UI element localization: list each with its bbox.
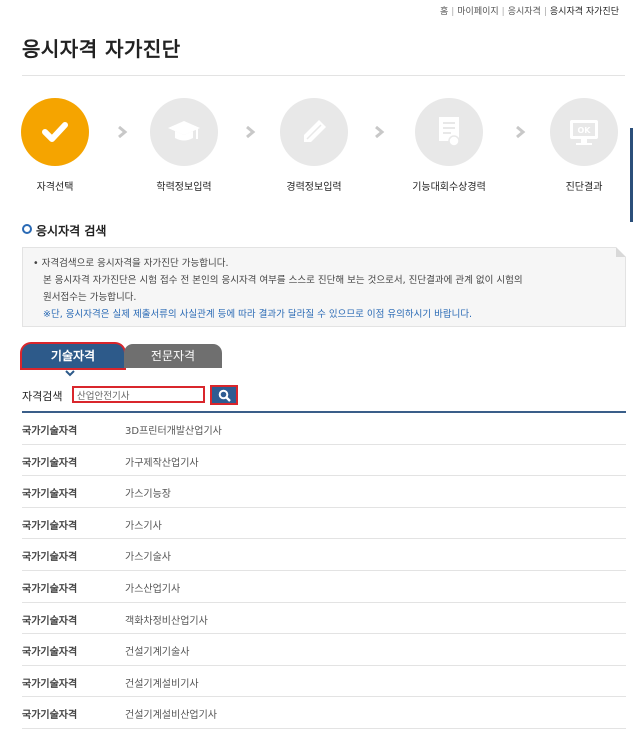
step-label: 진단결과 (565, 182, 603, 193)
notice-box: • 자격검색으로 응시자격을 자가진단 가능합니다. 본 응시자격 자가진단은 … (22, 247, 626, 327)
notice-line: 원서접수는 가능합니다. (43, 292, 137, 303)
step-label: 기능대회수상경력 (412, 182, 486, 193)
chevron-down-icon (65, 370, 75, 377)
result-name[interactable]: 건설기계설비산업기사 (125, 706, 217, 721)
result-name[interactable]: 건설기계설비기사 (125, 675, 199, 690)
step-label: 자격선택 (36, 182, 74, 193)
result-row[interactable]: 국가기술자격 객화차정비산업기사 (22, 603, 626, 635)
result-type: 국가기술자격 (22, 583, 78, 595)
step-circle-active (21, 98, 89, 166)
chevron-right-icon (246, 126, 256, 138)
chevron-right-icon (375, 126, 385, 138)
result-row[interactable]: 국가기술자격 가스산업기사 (22, 571, 626, 603)
qualification-tabs: 기술자격 전문자격 (22, 344, 232, 370)
notice-line: 본 응시자격 자가진단은 시험 접수 전 본인의 응시자격 여부를 스스로 진단… (43, 275, 523, 286)
chevron-right-icon (516, 126, 526, 138)
section-title-text: 응시자격 검색 (36, 224, 107, 238)
certificate-icon (439, 117, 460, 147)
check-icon (42, 122, 68, 142)
step-circle (280, 98, 348, 166)
tab-technical-qualification[interactable]: 기술자격 (22, 344, 124, 368)
graduation-cap-icon (168, 121, 200, 141)
breadcrumb: 홈 | 마이페이지 | 응시자격 | 응시자격 자가진단 (440, 4, 619, 17)
result-name[interactable]: 가스기능장 (125, 485, 171, 500)
result-type: 국가기술자격 (22, 520, 78, 532)
results-list: 국가기술자격 3D프린터개발산업기사 국가기술자격 가구제작산업기사 국가기술자격 가스기… (22, 413, 626, 729)
result-name[interactable]: 가스기사 (125, 517, 162, 532)
search-icon (218, 389, 231, 402)
notice-line-text: 자격검색으로 응시자격을 자가진단 가능합니다. (41, 258, 229, 269)
result-name[interactable]: 가스산업기사 (125, 580, 180, 595)
breadcrumb-current: 응시자격 자가진단 (549, 7, 619, 17)
breadcrumb-eligibility[interactable]: 응시자격 (508, 7, 541, 17)
breadcrumb-mypage[interactable]: 마이페이지 (457, 7, 498, 17)
step-circle (150, 98, 218, 166)
search-label: 자격검색 (22, 390, 63, 403)
result-row[interactable]: 국가기술자격 건설기계설비산업기사 (22, 697, 626, 729)
tab-professional-qualification[interactable]: 전문자격 (124, 344, 222, 368)
result-name[interactable]: 가스기술사 (125, 548, 171, 563)
chevron-right-icon (118, 126, 128, 138)
result-row[interactable]: 국가기술자격 가구제작산업기사 (22, 445, 626, 477)
breadcrumb-separator: | (501, 7, 505, 17)
result-row[interactable]: 국가기술자격 3D프린터개발산업기사 (22, 413, 626, 445)
breadcrumb-separator: | (543, 7, 547, 17)
result-type: 국가기술자격 (22, 457, 78, 469)
progress-steps: 자격선택 학력정보입력 경력정보입력 기능대회수상경력 OK 진단결과 (0, 98, 633, 198)
svg-text:OK: OK (578, 126, 592, 135)
result-type: 국가기술자격 (22, 552, 78, 564)
result-row[interactable]: 국가기술자격 가스기사 (22, 508, 626, 540)
result-type: 국가기술자격 (22, 678, 78, 690)
title-divider (22, 75, 625, 76)
step-competition-awards: 기능대회수상경력 (394, 98, 504, 193)
result-name[interactable]: 건설기계기술사 (125, 643, 189, 658)
result-type: 국가기술자격 (22, 615, 78, 627)
breadcrumb-home[interactable]: 홈 (440, 7, 448, 17)
result-name[interactable]: 객화차정비산업기사 (125, 612, 208, 627)
result-type: 국가기술자격 (22, 710, 78, 722)
bullet-ring-icon (22, 224, 32, 234)
page-fold-corner (616, 247, 626, 257)
section-title: 응시자격 검색 (22, 222, 106, 239)
step-label: 경력정보입력 (286, 182, 342, 193)
result-row[interactable]: 국가기술자격 건설기계설비기사 (22, 666, 626, 698)
step-circle: OK (550, 98, 618, 166)
result-name[interactable]: 가구제작산업기사 (125, 454, 199, 469)
pencil-icon (304, 120, 326, 142)
step-label: 학력정보입력 (156, 182, 212, 193)
search-input[interactable] (72, 386, 205, 403)
notice-warning: ※단, 응시자격은 실제 제출서류의 사실관계 등에 따라 결과가 달라질 수 … (43, 309, 473, 320)
result-type: 국가기술자격 (22, 426, 78, 437)
step-circle (415, 98, 483, 166)
ok-monitor-icon: OK (570, 120, 598, 145)
notice-line: • 자격검색으로 응시자격을 자가진단 가능합니다. (33, 258, 229, 269)
result-row[interactable]: 국가기술자격 건설기계기술사 (22, 634, 626, 666)
step-diagnosis-result: OK 진단결과 (529, 98, 633, 193)
result-name[interactable]: 3D프린터개발산업기사 (125, 422, 222, 437)
result-type: 국가기술자격 (22, 647, 78, 659)
page-title: 응시자격 자가진단 (22, 37, 181, 61)
step-qualification-select: 자격선택 (0, 98, 110, 193)
step-career-input: 경력정보입력 (259, 98, 369, 193)
result-row[interactable]: 국가기술자격 가스기능장 (22, 476, 626, 508)
breadcrumb-separator: | (451, 7, 455, 17)
result-type: 국가기술자격 (22, 489, 78, 501)
search-button[interactable] (210, 385, 238, 405)
search-row: 자격검색 (22, 385, 626, 407)
result-row[interactable]: 국가기술자격 가스기술사 (22, 539, 626, 571)
step-education-input: 학력정보입력 (129, 98, 239, 193)
